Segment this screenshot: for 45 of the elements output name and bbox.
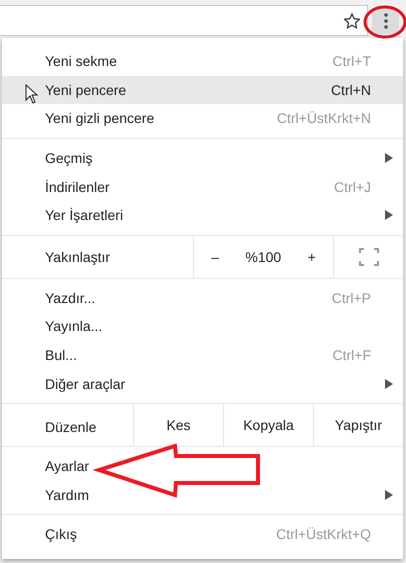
menu-item-label: Yardım bbox=[45, 486, 90, 503]
edit-button[interactable]: Kes bbox=[158, 412, 199, 437]
menu-item-label: Yeni pencere bbox=[45, 82, 128, 98]
menu-item-label: Çıkış bbox=[45, 526, 78, 542]
menu-item-label: Yayınla... bbox=[45, 318, 104, 334]
menu-item[interactable]: İndirilenler Ctrl+J bbox=[2, 172, 403, 201]
menu-icon[interactable] bbox=[372, 8, 399, 34]
menu-item-label: Diğer araçlar bbox=[45, 376, 126, 392]
zoom-in-button[interactable]: + bbox=[300, 244, 324, 269]
menu-item[interactable]: Yeni gizli pencere Ctrl+ÜstKrkt+N bbox=[2, 104, 403, 133]
menu-item[interactable]: Yardım bbox=[2, 480, 403, 510]
shortcut-text: Ctrl+T bbox=[332, 53, 371, 70]
edit-button[interactable]: Kopyala bbox=[235, 412, 302, 437]
shortcut-text: Ctrl+ÜstKrkt+Q bbox=[276, 526, 371, 542]
zoom-level-text: %100 bbox=[245, 248, 282, 265]
menu-item-label: Yer İşaretleri bbox=[45, 207, 124, 224]
menu-item-label: Bul... bbox=[45, 347, 78, 364]
menu-item[interactable]: Yeni sekme Ctrl+T bbox=[2, 47, 403, 76]
shortcut-text: Ctrl+F bbox=[332, 347, 371, 364]
shortcut-text: Ctrl+J bbox=[334, 178, 371, 195]
menu-item[interactable]: Yayınla... bbox=[2, 312, 403, 341]
star-icon[interactable] bbox=[343, 12, 361, 30]
menu-item[interactable]: Bul... Ctrl+F bbox=[2, 340, 403, 370]
zoom-out-button[interactable]: – bbox=[203, 244, 227, 269]
shortcut-text: Ctrl+P bbox=[332, 290, 371, 306]
cursor-icon bbox=[25, 84, 39, 104]
menu-item-label: Yeni gizli pencere bbox=[45, 110, 156, 126]
menu-item[interactable]: Diğer araçlar bbox=[2, 369, 403, 398]
menu-item-label: Ayarlar bbox=[45, 458, 90, 474]
menu-item-label: Yakınlaştır bbox=[44, 248, 112, 265]
edit-button[interactable]: Yapıştır bbox=[326, 412, 390, 437]
menu-item-label: İndirilenler bbox=[45, 178, 111, 195]
menu-item[interactable]: Yazdır... Ctrl+P bbox=[2, 284, 403, 312]
menu-item-label: Yeni sekme bbox=[45, 53, 118, 70]
menu-item-label: Geçmiş bbox=[45, 150, 94, 166]
menu-item[interactable]: Geçmiş bbox=[2, 144, 403, 172]
fullscreen-icon[interactable] bbox=[358, 248, 378, 266]
shortcut-text: Ctrl+N bbox=[330, 82, 371, 98]
menu-item[interactable]: Yeni pencere Ctrl+N bbox=[2, 76, 403, 104]
menu-item[interactable]: Yer İşaretleri bbox=[2, 200, 403, 230]
menu-item[interactable]: Ayarlar bbox=[2, 452, 403, 481]
shortcut-text: Ctrl+ÜstKrkt+N bbox=[276, 110, 371, 126]
menu-item[interactable]: Çıkış Ctrl+ÜstKrkt+Q bbox=[2, 520, 403, 549]
menu-item-label: Düzenle bbox=[44, 418, 98, 435]
menu-item-label: Yazdır... bbox=[45, 290, 96, 306]
